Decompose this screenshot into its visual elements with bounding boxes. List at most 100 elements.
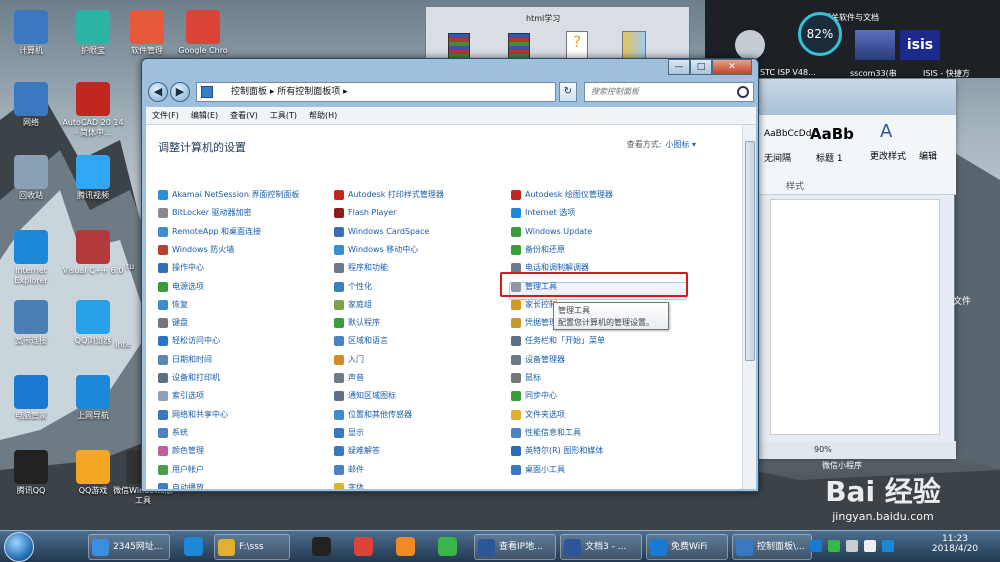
desktop-icon[interactable]: 计算机 (0, 10, 62, 56)
network-icon[interactable] (846, 540, 858, 552)
control-panel-item[interactable]: 家庭组 (334, 297, 372, 313)
breadcrumb[interactable]: 控制面板 ▸ 所有控制面板项 ▸ (231, 87, 348, 97)
view-by-dropdown[interactable]: 小图标 ▾ (665, 140, 696, 149)
desktop-icon[interactable]: 腾讯QQ (0, 450, 62, 496)
desktop-icon[interactable]: 宽带连接 (0, 300, 62, 346)
address-bar[interactable]: 控制面板 ▸ 所有控制面板项 ▸ (196, 82, 556, 102)
control-panel-item[interactable]: 恢复 (158, 297, 188, 313)
control-panel-item[interactable]: 电源选项 (158, 279, 204, 295)
menu-edit[interactable]: 编辑(E) (191, 107, 218, 124)
control-panel-item[interactable]: BitLocker 驱动器加密 (158, 205, 252, 221)
maximize-button[interactable]: □ (690, 59, 712, 75)
control-panel-item[interactable]: 入门 (334, 352, 364, 368)
back-button[interactable]: ◀ (148, 82, 168, 102)
volume-icon[interactable] (864, 540, 876, 552)
control-panel-item[interactable]: 位置和其他传感器 (334, 407, 412, 423)
taskbar-button[interactable] (430, 534, 464, 560)
taskbar-button[interactable]: F:\sss (214, 534, 290, 560)
desktop-icon[interactable]: AutoCAD 20 14 - 简体中... (62, 82, 124, 138)
ime-icon[interactable] (882, 540, 894, 552)
forward-button[interactable]: ▶ (170, 82, 190, 102)
taskbar-button[interactable] (388, 534, 422, 560)
style-heading1[interactable]: AaBb (810, 125, 854, 143)
control-panel-item[interactable]: Windows CardSpace (334, 224, 429, 240)
control-panel-item[interactable]: 键盘 (158, 315, 188, 331)
desktop-icon[interactable]: 上网导航 (62, 375, 124, 421)
control-panel-item[interactable]: 程序和功能 (334, 260, 388, 276)
performance-badge[interactable]: 82% (798, 12, 842, 56)
style-normal[interactable]: AaBbCcDd (764, 129, 811, 139)
control-panel-item[interactable]: 备份和还原 (511, 242, 565, 258)
control-panel-item[interactable]: 声音 (334, 370, 364, 386)
control-panel-item[interactable]: 鼠标 (511, 370, 541, 386)
control-panel-item[interactable]: 区域和语言 (334, 333, 388, 349)
control-panel-item[interactable]: 系统 (158, 425, 188, 441)
control-panel-item[interactable]: 性能信息和工具 (511, 425, 581, 441)
control-panel-item[interactable]: 邮件 (334, 462, 364, 478)
control-panel-item[interactable]: RemoteApp 和桌面连接 (158, 224, 261, 240)
control-panel-item[interactable]: 日期和时间 (158, 352, 212, 368)
desktop-icon[interactable]: 电脑管家 (0, 375, 62, 421)
taskbar-button[interactable] (176, 534, 210, 560)
document-file-icon[interactable] (622, 31, 646, 59)
control-panel-item[interactable]: 个性化 (334, 279, 372, 295)
control-panel-item[interactable]: 任务栏和「开始」菜单 (511, 333, 605, 349)
taskbar-button[interactable] (346, 534, 380, 560)
sscom-icon[interactable] (855, 30, 895, 60)
desktop-icon[interactable]: 腾讯视频 (62, 155, 124, 201)
edit-label[interactable]: 编辑 (919, 149, 937, 162)
control-panel-item[interactable]: Windows Update (511, 224, 592, 240)
app-icon[interactable] (735, 30, 765, 60)
menu-tools[interactable]: 工具(T) (270, 107, 297, 124)
control-panel-item[interactable]: Windows 移动中心 (334, 242, 418, 258)
scrollbar-thumb[interactable] (745, 141, 755, 361)
taskbar-button[interactable]: 文档3 - ... (560, 534, 642, 560)
control-panel-item[interactable]: Internet 选项 (511, 205, 575, 221)
rar-file-icon[interactable] (448, 33, 470, 59)
control-panel-item[interactable]: 设备和打印机 (158, 370, 220, 386)
background-folder-window[interactable]: html学习 ? (425, 6, 690, 62)
control-panel-item[interactable]: 疑难解答 (334, 443, 380, 459)
control-panel-item[interactable]: Flash Player (334, 205, 396, 221)
control-panel-item[interactable]: 颜色管理 (158, 443, 204, 459)
control-panel-item[interactable]: Akamai NetSession 界面控制面板 (158, 187, 299, 203)
word-window[interactable]: AaBbCcDd AaBb A 无间隔 标题 1 更改样式 编辑 样式 90% (755, 78, 956, 459)
control-panel-item[interactable]: Autodesk 打印样式管理器 (334, 187, 444, 203)
control-panel-item[interactable]: 显示 (334, 425, 364, 441)
control-panel-item[interactable]: 默认程序 (334, 315, 380, 331)
desktop-icon[interactable]: 护眼宝 (62, 10, 124, 56)
desktop-icon[interactable]: Internet Explorer (0, 230, 62, 286)
taskbar-button[interactable]: 2345网址... (88, 534, 170, 560)
clock[interactable]: 11:23 2018/4/20 (920, 534, 990, 554)
word-page[interactable] (770, 199, 940, 435)
control-panel-item[interactable]: Autodesk 绘图仪管理器 (511, 187, 613, 203)
control-panel-item[interactable]: Windows 防火墙 (158, 242, 234, 258)
control-panel-item[interactable]: 操作中心 (158, 260, 204, 276)
control-panel-item[interactable]: 网络和共享中心 (158, 407, 228, 423)
control-panel-item[interactable]: 设备管理器 (511, 352, 565, 368)
control-panel-item[interactable]: 轻松访问中心 (158, 333, 220, 349)
control-panel-item[interactable]: 桌面小工具 (511, 462, 565, 478)
desktop-icon[interactable]: Visual C++ 6.0 (62, 230, 124, 276)
taskbar-button[interactable]: 免费WiFi (646, 534, 728, 560)
control-panel-item[interactable]: 自动播放 (158, 480, 204, 489)
desktop-icon[interactable]: 网络 (0, 82, 62, 128)
vertical-scrollbar[interactable] (742, 125, 756, 489)
help-file-icon[interactable]: ? (566, 31, 588, 59)
close-button[interactable]: ✕ (712, 59, 752, 75)
control-panel-item[interactable]: 同步中心 (511, 388, 557, 404)
minimize-button[interactable]: — (668, 59, 690, 75)
control-panel-item[interactable]: 英特尔(R) 图形和媒体 (511, 443, 603, 459)
control-panel-item[interactable]: 用户帐户 (158, 462, 204, 478)
start-button[interactable] (4, 532, 34, 562)
taskbar-button[interactable] (304, 534, 338, 560)
taskbar-button[interactable]: 查看IP地... (474, 534, 556, 560)
guard-icon[interactable] (810, 540, 822, 552)
control-panel-item[interactable]: 家长控制 (511, 297, 557, 313)
control-panel-item[interactable]: 通知区域图标 (334, 388, 396, 404)
change-styles-label[interactable]: 更改样式 (870, 149, 906, 162)
desktop-icon[interactable]: 回收站 (0, 155, 62, 201)
menu-file[interactable]: 文件(F) (152, 107, 179, 124)
menu-view[interactable]: 查看(V) (230, 107, 258, 124)
control-panel-item[interactable]: 字体 (334, 480, 364, 489)
